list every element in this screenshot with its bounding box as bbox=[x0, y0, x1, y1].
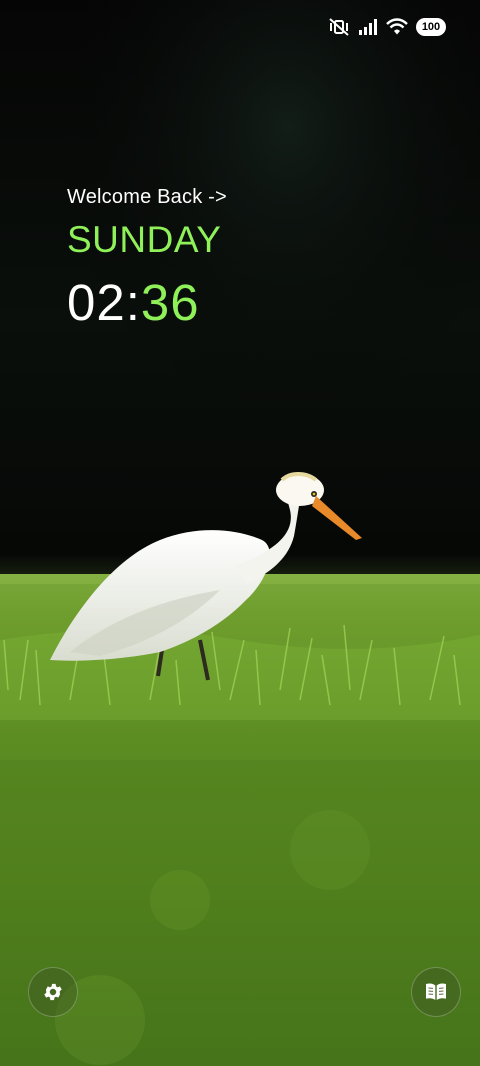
welcome-greeting[interactable]: Welcome Back -> bbox=[67, 183, 227, 211]
lock-clock-widget: Welcome Back -> SUNDAY 02:36 bbox=[67, 183, 227, 331]
settings-shortcut-button[interactable] bbox=[28, 967, 78, 1017]
status-bar: 100 bbox=[328, 14, 446, 40]
clock-hours: 02 bbox=[67, 274, 126, 331]
lock-screen: 100 Welcome Back -> SUNDAY 02:36 bbox=[0, 0, 480, 1066]
open-book-icon bbox=[424, 981, 448, 1003]
cellular-signal-icon bbox=[358, 18, 378, 36]
day-of-week: SUNDAY bbox=[67, 219, 222, 260]
clock-time: 02:36 bbox=[67, 275, 227, 331]
wallpaper-image bbox=[0, 0, 480, 1066]
book-shortcut-button[interactable] bbox=[411, 967, 461, 1017]
clock-minutes: 36 bbox=[140, 274, 200, 331]
vibrate-mute-icon bbox=[328, 17, 350, 37]
clock-separator: : bbox=[125, 274, 141, 331]
wifi-icon bbox=[386, 18, 408, 36]
settings-gear-icon bbox=[42, 981, 64, 1003]
battery-indicator: 100 bbox=[416, 18, 446, 36]
